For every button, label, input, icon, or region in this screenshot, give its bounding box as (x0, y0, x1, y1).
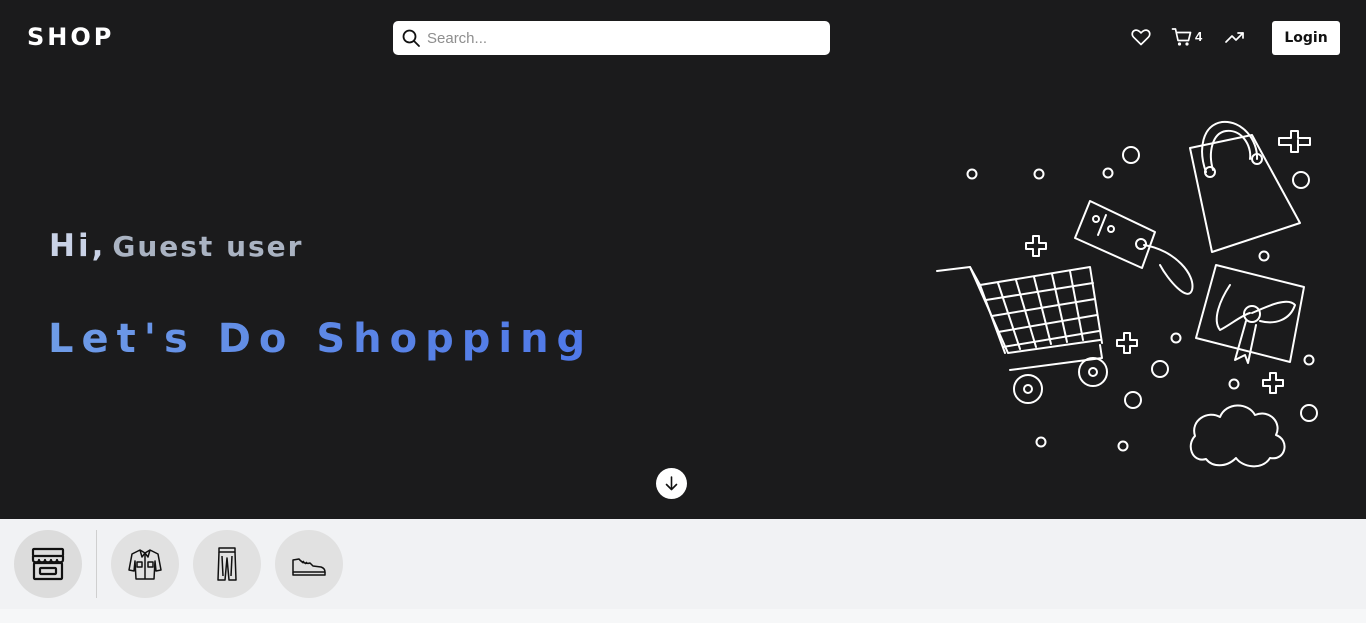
search-bar[interactable] (393, 21, 830, 55)
search-input[interactable] (427, 26, 817, 50)
category-all-button[interactable] (14, 530, 82, 598)
category-shirts-button[interactable] (111, 530, 179, 598)
cart-count-badge: 4 (1195, 29, 1203, 44)
store-icon (31, 547, 65, 581)
category-divider (96, 530, 97, 598)
arrow-down-icon (665, 476, 678, 491)
trending-icon[interactable] (1224, 26, 1246, 48)
scroll-down-button[interactable] (656, 468, 687, 499)
category-shoes-button[interactable] (275, 530, 343, 598)
shoe-icon (292, 558, 326, 576)
navbar: SHOP 4 Login (0, 0, 1366, 75)
logo[interactable]: SHOP (27, 22, 114, 52)
pants-icon (217, 547, 237, 581)
cart-icon[interactable] (1171, 26, 1193, 48)
greeting: Hi, Guest user (49, 228, 303, 264)
category-pants-button[interactable] (193, 530, 261, 598)
shirt-icon (128, 549, 162, 580)
hero-tagline: Let's Do Shopping (48, 316, 594, 362)
search-icon (402, 29, 420, 47)
greeting-hi: Hi, (49, 228, 107, 264)
login-button[interactable]: Login (1272, 21, 1340, 55)
category-bar (0, 519, 1366, 609)
heart-icon[interactable] (1130, 26, 1152, 48)
shopping-illustration (936, 120, 1318, 468)
page-bottom-strip (0, 609, 1366, 623)
hero-section: SHOP 4 Login Hi, Guest user Let's Do Sho… (0, 0, 1366, 519)
greeting-name: Guest user (112, 230, 304, 263)
